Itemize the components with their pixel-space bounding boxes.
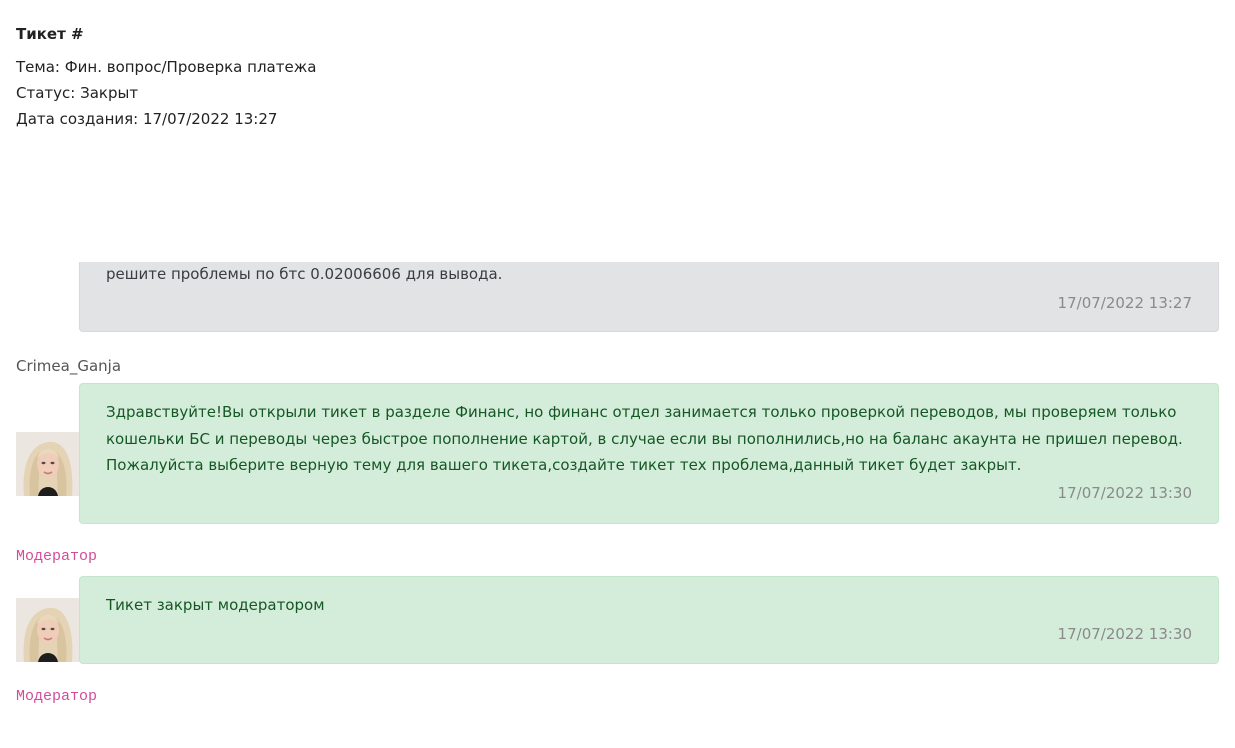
ticket-title: Тикет # bbox=[16, 25, 84, 43]
message-time: 17/07/2022 13:27 bbox=[1057, 294, 1192, 312]
message-author-moderator[interactable]: Модератор bbox=[16, 546, 97, 568]
message-text: Тикет закрыт модератором bbox=[106, 596, 325, 614]
message-bubble-moderator: Тикет закрыт модератором 17/07/2022 13:3… bbox=[79, 576, 1219, 664]
moderator-avatar bbox=[16, 432, 79, 496]
message-text: Здравствуйте!Вы открыли тикет в разделе … bbox=[106, 403, 1183, 474]
message-bubble-user: решите проблемы по бтс 0.02006606 для вы… bbox=[79, 262, 1219, 332]
ticket-subject: Тема: Фин. вопрос/Проверка платежа bbox=[16, 58, 317, 76]
message-text: решите проблемы по бтс 0.02006606 для вы… bbox=[106, 265, 503, 283]
ticket-header: Тикет # Тема: Фин. вопрос/Проверка плате… bbox=[16, 22, 616, 132]
ticket-created-date: Дата создания: 17/07/2022 13:27 bbox=[16, 110, 278, 128]
message-time: 17/07/2022 13:30 bbox=[1057, 624, 1192, 643]
avatar-photo-icon bbox=[16, 432, 79, 496]
moderator-avatar bbox=[16, 598, 79, 662]
message-bubble-moderator: Здравствуйте!Вы открыли тикет в разделе … bbox=[79, 383, 1219, 524]
message-author-user[interactable]: Crimea_Ganja bbox=[16, 355, 121, 377]
avatar-photo-icon bbox=[16, 598, 79, 662]
message-time: 17/07/2022 13:30 bbox=[1057, 483, 1192, 502]
ticket-status: Статус: Закрыт bbox=[16, 84, 139, 102]
message-author-moderator[interactable]: Модератор bbox=[16, 686, 97, 708]
